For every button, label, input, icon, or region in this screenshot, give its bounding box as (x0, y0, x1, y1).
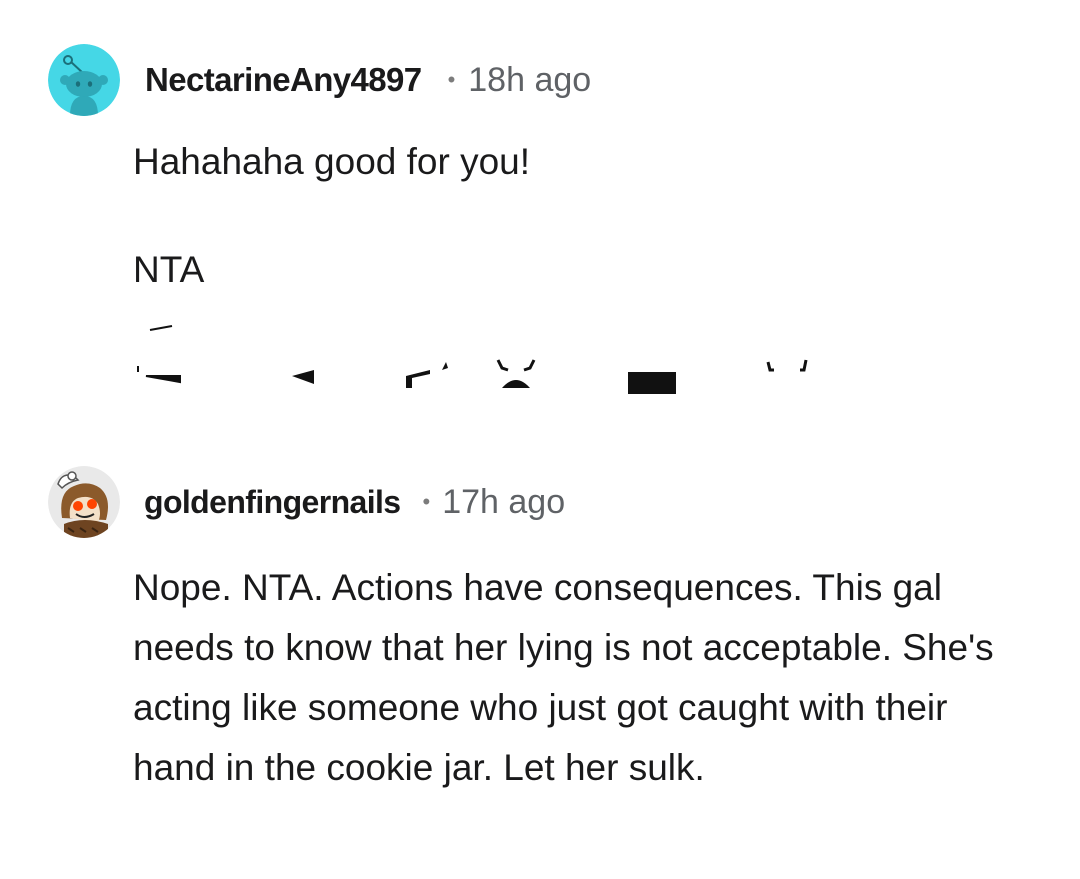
image-placeholder-fragments (130, 318, 830, 398)
snoo-avatar-teal-icon[interactable] (48, 44, 120, 116)
comment-2-timestamp: 17h ago (442, 482, 566, 521)
comment-2-body: Nope. NTA. Actions have consequences. Th… (133, 567, 994, 788)
comment-2-separator: • (422, 489, 431, 514)
comment-1-header: NectarineAny4897 • 18h ago (48, 44, 591, 116)
comment-2-header: goldenfingernails • 17h ago (48, 466, 565, 538)
comment-1-timestamp: 18h ago (468, 60, 592, 99)
comment-1-body-line-2: NTA (133, 249, 205, 290)
comment-2-username[interactable]: goldenfingernails (144, 484, 401, 521)
comment-1-separator: • (447, 67, 456, 92)
comment-1-username[interactable]: NectarineAny4897 (145, 61, 422, 99)
comment-1-body-line-1: Hahahaha good for you! (133, 141, 531, 182)
snoo-avatar-owl-costume-icon[interactable] (48, 466, 120, 538)
